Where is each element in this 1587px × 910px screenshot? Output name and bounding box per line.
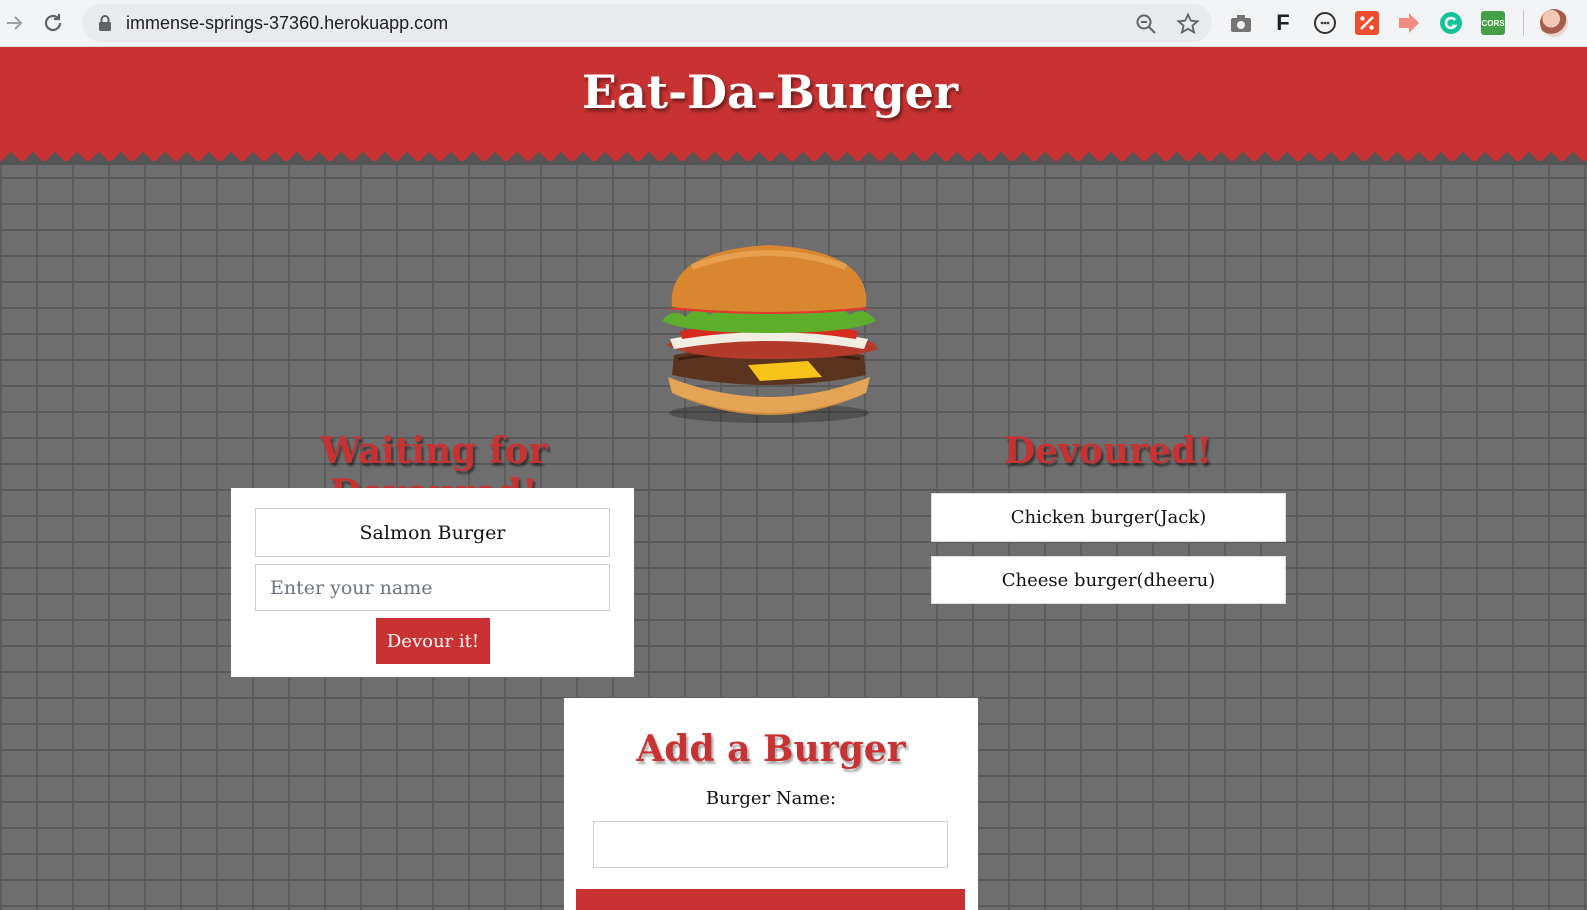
burger-image bbox=[662, 245, 878, 423]
add-burger-submit-button[interactable] bbox=[576, 889, 965, 910]
devoured-item: Chicken burger(Jack) bbox=[931, 493, 1286, 542]
burger-name-label: Burger Name: bbox=[705, 788, 837, 809]
browser-toolbar: immense-springs-37360.herokuapp.com F CO… bbox=[0, 0, 1587, 47]
json-extension-icon[interactable] bbox=[1313, 11, 1337, 35]
devour-button[interactable]: Devour it! bbox=[376, 618, 490, 664]
add-burger-title: Add a Burger bbox=[636, 728, 906, 770]
burger-name-input[interactable] bbox=[593, 821, 948, 868]
waiting-burger-name: Salmon Burger bbox=[255, 508, 610, 557]
forward-icon[interactable] bbox=[0, 8, 30, 38]
devoured-title: Devoured! bbox=[1003, 430, 1213, 472]
devoured-item: Cheese burger(dheeru) bbox=[931, 556, 1286, 604]
waiting-card: Salmon Burger Devour it! bbox=[231, 488, 634, 677]
lock-icon bbox=[99, 15, 111, 31]
arrow-extension-icon[interactable] bbox=[1397, 11, 1421, 35]
site-title: Eat-Da-Burger bbox=[581, 65, 959, 119]
address-bar[interactable]: immense-springs-37360.herokuapp.com bbox=[82, 4, 1212, 42]
add-burger-card: Add a Burger Burger Name: bbox=[564, 698, 978, 910]
grammarly-extension-icon[interactable] bbox=[1439, 11, 1463, 35]
cors-extension-icon[interactable]: CORS bbox=[1481, 11, 1505, 35]
reload-icon[interactable] bbox=[38, 8, 68, 38]
f-extension-icon[interactable]: F bbox=[1271, 10, 1295, 35]
toolbar-divider bbox=[1523, 10, 1524, 36]
site-header: Eat-Da-Burger bbox=[0, 47, 1587, 145]
zoom-icon[interactable] bbox=[1134, 12, 1158, 36]
url-text: immense-springs-37360.herokuapp.com bbox=[126, 13, 449, 33]
profile-avatar[interactable] bbox=[1540, 9, 1568, 37]
page-body: Eat-Da-Burger Waiting for Devoured! Salm… bbox=[0, 47, 1587, 910]
header-zigzag-border bbox=[0, 143, 1587, 161]
bookmark-star-icon[interactable] bbox=[1176, 12, 1200, 36]
percent-extension-icon[interactable] bbox=[1355, 11, 1379, 35]
customer-name-input[interactable] bbox=[255, 564, 610, 611]
camera-extension-icon[interactable] bbox=[1229, 11, 1253, 35]
